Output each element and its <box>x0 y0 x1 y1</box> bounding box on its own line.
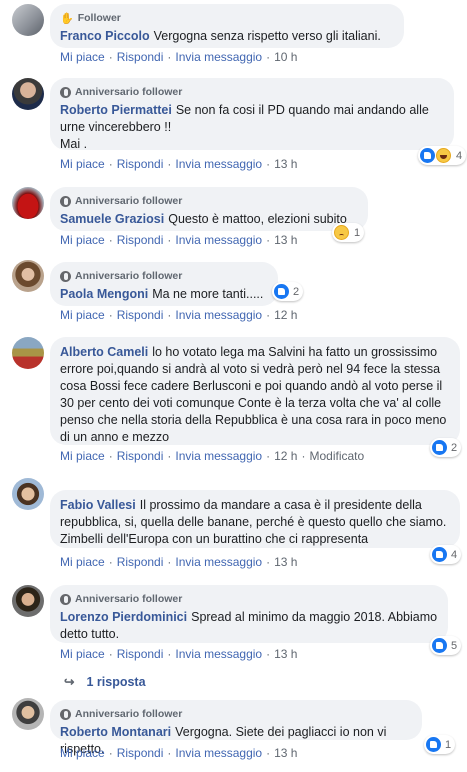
comment-bubble: Anniversario follower Paola Mengoni Ma ne… <box>50 262 278 306</box>
reaction-summary[interactable]: 1 <box>332 223 365 242</box>
author-name[interactable]: Franco Piccolo <box>60 29 150 43</box>
avatar[interactable] <box>12 78 44 110</box>
comment-actions: Mi piace · Rispondi · Invia messaggio · 12 h <box>60 308 298 322</box>
edited-label[interactable]: Modificato <box>309 449 364 463</box>
like-link[interactable]: Mi piace <box>60 449 105 463</box>
send-message-link[interactable]: Invia messaggio <box>175 157 262 171</box>
timestamp[interactable]: 13 h <box>274 746 297 760</box>
send-message-link[interactable]: Invia messaggio <box>175 449 262 463</box>
reply-link[interactable]: Rispondi <box>117 555 164 569</box>
anniversary-icon <box>60 86 71 98</box>
reply-link[interactable]: Rispondi <box>117 449 164 463</box>
reply-arrow-icon: ↪ <box>64 675 75 689</box>
like-link[interactable]: Mi piace <box>60 647 105 661</box>
avatar[interactable] <box>12 585 44 617</box>
avatar[interactable] <box>12 337 44 369</box>
sad-icon <box>334 225 349 240</box>
reply-link[interactable]: Rispondi <box>117 157 164 171</box>
comment-actions: Mi piace · Rispondi · Invia messaggio · 13 h <box>60 233 298 247</box>
comment-actions: Mi piace · Rispondi · Invia messaggio · 13 h <box>60 555 298 569</box>
timestamp[interactable]: 10 h <box>274 50 297 64</box>
anniversary-icon <box>60 708 71 720</box>
anniversary-icon <box>60 270 71 282</box>
reply-link[interactable]: Rispondi <box>117 308 164 322</box>
reaction-summary[interactable]: 1 <box>424 735 456 754</box>
reaction-summary[interactable]: 4 <box>430 545 462 564</box>
comment-bubble: Anniversario follower Samuele Graziosi Qu… <box>50 187 368 231</box>
like-icon <box>420 148 435 163</box>
comment-text: Ma ne more tanti..... <box>152 287 264 301</box>
reply-link[interactable]: Rispondi <box>117 746 164 760</box>
avatar[interactable] <box>12 698 44 730</box>
like-link[interactable]: Mi piace <box>60 308 105 322</box>
send-message-link[interactable]: Invia messaggio <box>175 746 262 760</box>
send-message-link[interactable]: Invia messaggio <box>175 50 262 64</box>
like-icon <box>426 737 441 752</box>
view-replies-link[interactable]: ↪ 1 risposta <box>64 674 146 689</box>
avatar[interactable] <box>12 260 44 292</box>
timestamp[interactable]: 12 h <box>274 449 297 463</box>
timestamp[interactable]: 13 h <box>274 157 297 171</box>
avatar[interactable] <box>12 187 44 219</box>
anniversary-icon <box>60 593 71 605</box>
comment-bubble: Anniversario follower Roberto Piermattei… <box>50 78 454 151</box>
send-message-link[interactable]: Invia messaggio <box>175 233 262 247</box>
badge: Anniversario follower <box>60 269 268 283</box>
reply-link[interactable]: Rispondi <box>117 233 164 247</box>
comment-bubble: ✋ Follower Franco Piccolo Vergogna senza r… <box>50 4 404 48</box>
comment-bubble: Fabio Vallesi Il prossimo da mandare a ca… <box>50 490 460 548</box>
haha-icon <box>436 148 451 163</box>
like-link[interactable]: Mi piace <box>60 157 105 171</box>
send-message-link[interactable]: Invia messaggio <box>175 647 262 661</box>
comment-text: lo ho votato lega ma Salvini ha fatto un… <box>60 345 447 444</box>
comment-actions: Mi piace · Rispondi · Invia messaggio · 12 h · M… <box>60 449 365 463</box>
comment-text: Vergogna senza rispetto verso gli italia… <box>153 29 381 43</box>
comment-bubble: Alberto Cameli lo ho votato lega ma Salvi… <box>50 337 460 445</box>
comment-actions: Mi piace · Rispondi · Invia messaggio · 10 h <box>60 50 298 64</box>
timestamp[interactable]: 13 h <box>274 555 297 569</box>
like-icon <box>274 284 289 299</box>
like-icon <box>432 638 447 653</box>
comment-actions: Mi piace · Rispondi · Invia messaggio · 13 h <box>60 157 298 171</box>
wave-icon: ✋ <box>60 12 74 25</box>
author-name[interactable]: Fabio Vallesi <box>60 498 136 512</box>
comment-text: Questo è mattoo, elezioni subito <box>168 212 347 226</box>
reply-link[interactable]: Rispondi <box>117 647 164 661</box>
like-link[interactable]: Mi piace <box>60 555 105 569</box>
like-icon <box>432 547 447 562</box>
timestamp[interactable]: 13 h <box>274 233 297 247</box>
like-link[interactable]: Mi piace <box>60 233 105 247</box>
author-name[interactable]: Samuele Graziosi <box>60 212 164 226</box>
badge: Anniversario follower <box>60 85 444 99</box>
timestamp[interactable]: 13 h <box>274 647 297 661</box>
reaction-summary[interactable]: 2 <box>430 438 462 457</box>
author-name[interactable]: Roberto Piermattei <box>60 103 172 117</box>
send-message-link[interactable]: Invia messaggio <box>175 308 262 322</box>
send-message-link[interactable]: Invia messaggio <box>175 555 262 569</box>
comment-actions: Mi piace · Rispondi · Invia messaggio · 13 h <box>60 647 298 661</box>
badge: ✋ Follower <box>60 12 121 25</box>
timestamp[interactable]: 12 h <box>274 308 297 322</box>
badge: Anniversario follower <box>60 707 412 721</box>
reaction-summary[interactable]: 2 <box>272 282 304 301</box>
like-link[interactable]: Mi piace <box>60 50 105 64</box>
reaction-summary[interactable]: 4 <box>418 146 467 165</box>
avatar[interactable] <box>12 4 44 36</box>
reply-link[interactable]: Rispondi <box>117 50 164 64</box>
like-link[interactable]: Mi piace <box>60 746 105 760</box>
reaction-summary[interactable]: 5 <box>430 636 462 655</box>
comment-bubble: Anniversario follower Lorenzo Pierdomini… <box>50 585 448 643</box>
comment-bubble: Anniversario follower Roberto Montanari V… <box>50 700 422 756</box>
author-name[interactable]: Roberto Montanari <box>60 725 171 739</box>
anniversary-icon <box>60 195 71 207</box>
author-name[interactable]: Paola Mengoni <box>60 287 148 301</box>
comment-actions: Mi piace · Rispondi · Invia messaggio · 13 h <box>60 746 298 760</box>
author-name[interactable]: Alberto Cameli <box>60 345 148 359</box>
like-icon <box>432 440 447 455</box>
badge: Anniversario follower <box>60 592 438 606</box>
badge: Anniversario follower <box>60 194 358 208</box>
author-name[interactable]: Lorenzo Pierdominici <box>60 610 187 624</box>
avatar[interactable] <box>12 478 44 510</box>
comment-text-line: Mai . <box>60 137 88 151</box>
